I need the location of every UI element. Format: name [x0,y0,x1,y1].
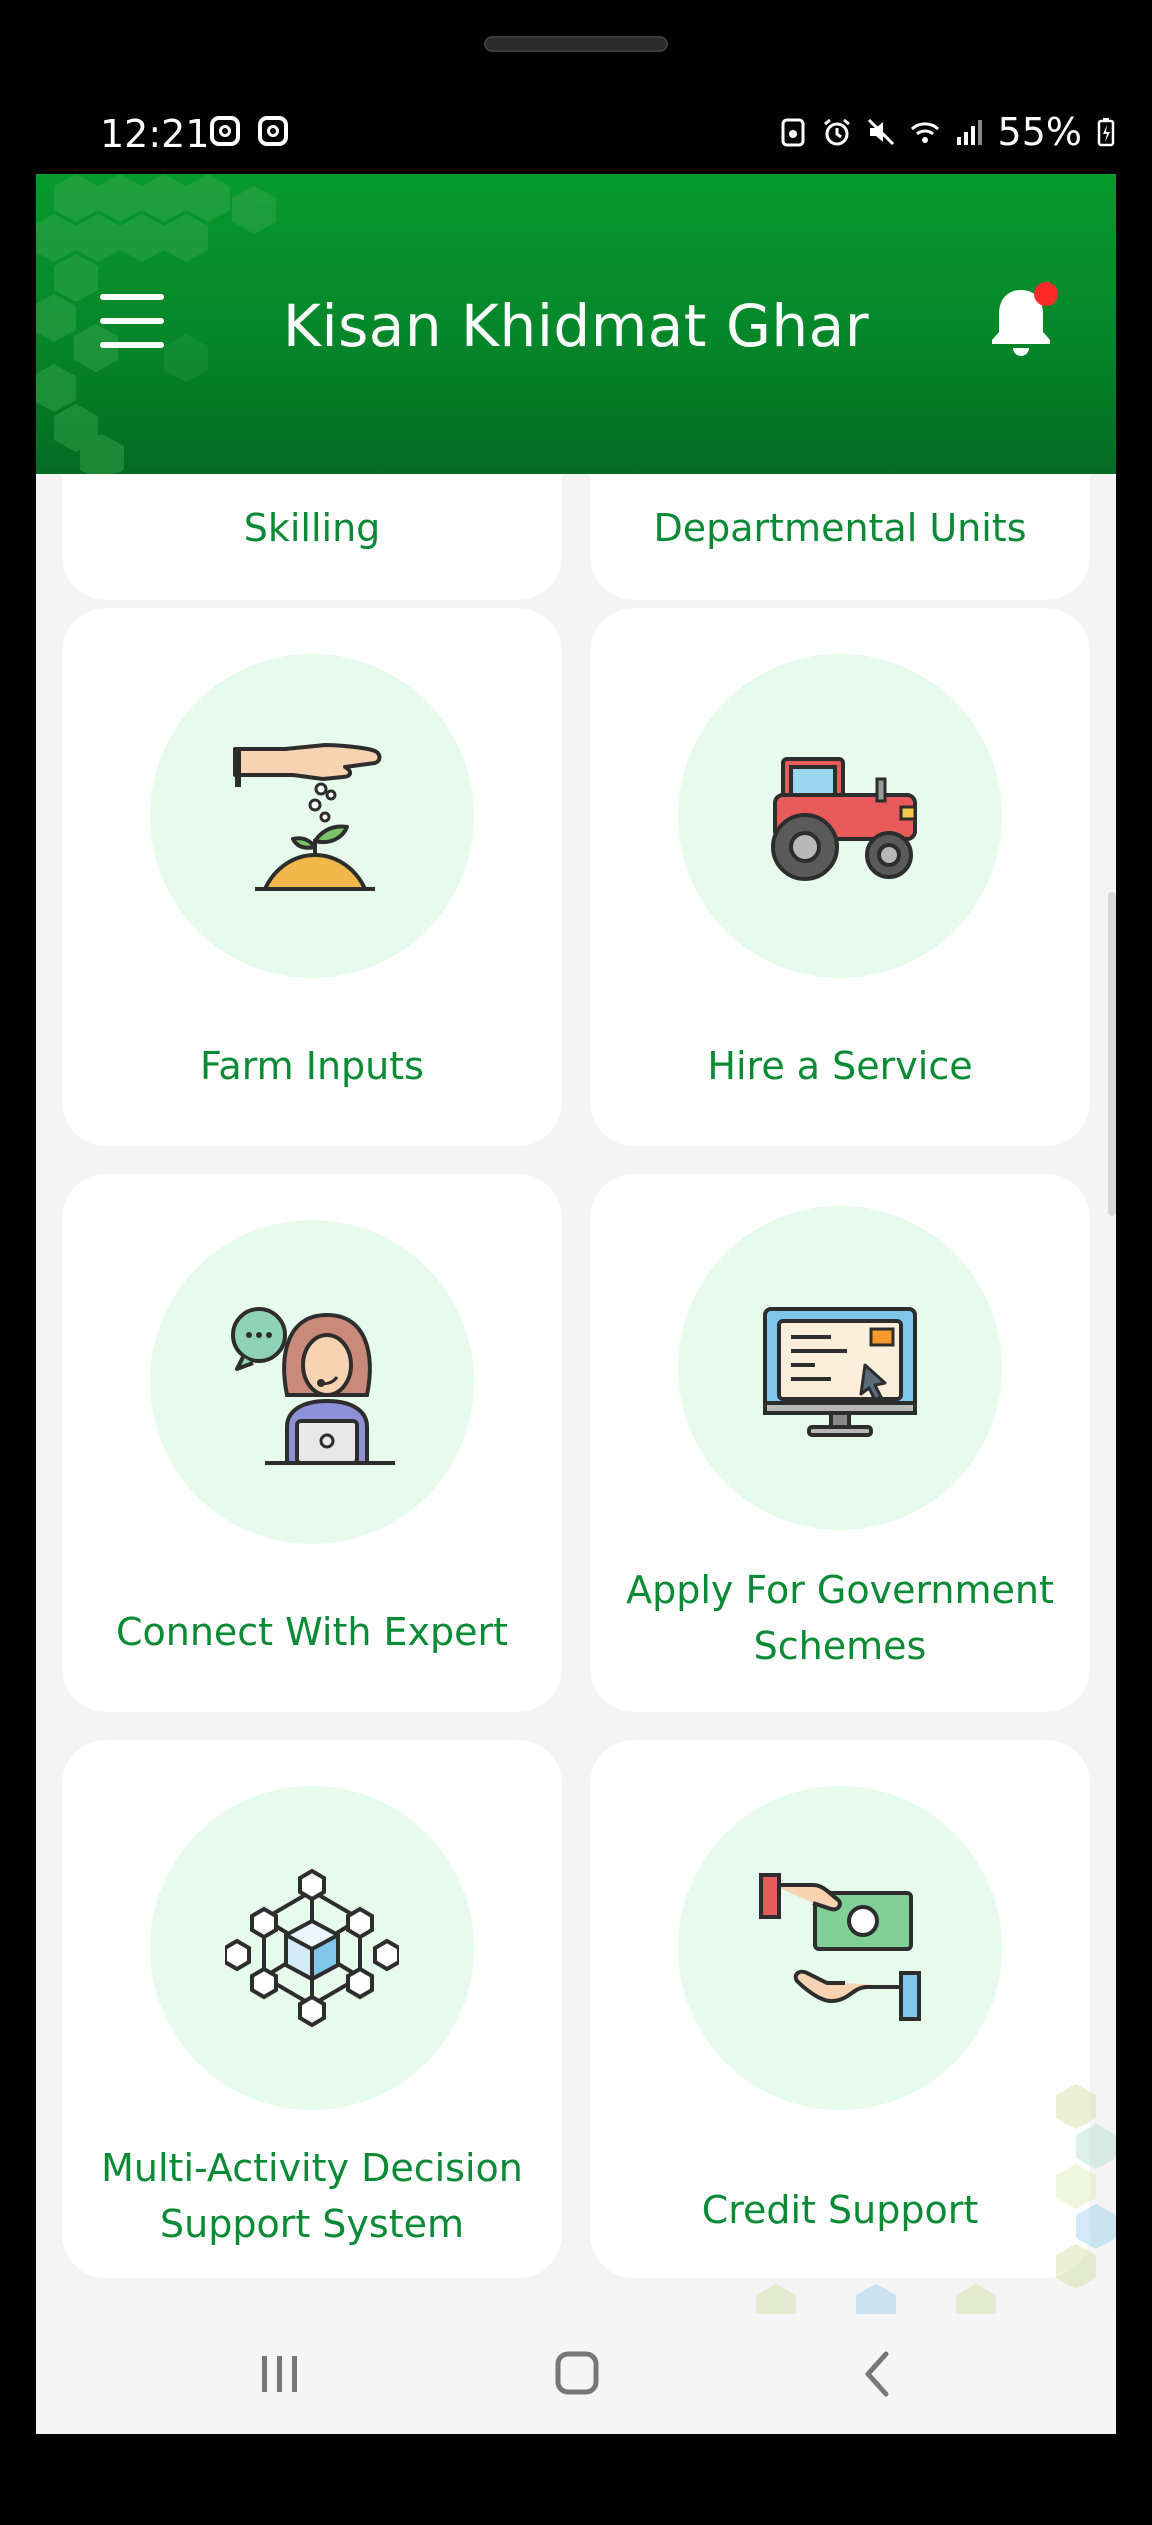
page-title: Kisan Khidmat Ghar [282,292,870,360]
icon-circle [150,1786,474,2110]
tile-label: Hire a Service [707,1044,973,1088]
instagram-notification-icon [210,116,240,146]
tile-label: Farm Inputs [200,1044,424,1088]
tile-label: Multi-Activity Decision Support System [101,2146,523,2246]
home-icon [555,2351,599,2395]
status-bar: 12:21 55% [36,100,1116,172]
wifi-icon [910,122,939,143]
icon-circle [678,1786,1002,2110]
expert-headset-icon [231,1307,395,1465]
recent-apps-button[interactable] [250,2348,310,2400]
back-button[interactable] [848,2348,908,2400]
system-navigation-bar [36,2314,1116,2434]
tile-multi-activity-decision-support-system[interactable]: Multi-Activity Decision Support System [62,1740,562,2278]
signal-icon [956,120,982,145]
tractor-icon [771,757,917,881]
tile-label: Departmental Units [653,506,1027,550]
icon-circle [150,654,474,978]
tile-connect-with-expert[interactable]: Connect With Expert [62,1174,562,1712]
earpiece-speaker [484,36,668,52]
computer-form-icon [763,1307,917,1437]
icon-circle [678,654,1002,978]
battery-charging-icon [1097,118,1115,147]
hexagon-pattern-decoration [756,2084,1116,2314]
money-hands-icon [759,1873,921,2021]
services-grid: Skilling Departmental Units Farm Inputs … [36,474,1116,2314]
status-time: 12:21 [100,112,210,156]
tile-label: Connect With Expert [115,1610,509,1654]
network-cube-icon [225,1868,399,2028]
icon-circle [678,1206,1002,1530]
tile-hire-a-service[interactable]: Hire a Service [590,608,1090,1146]
app-header: Kisan Khidmat Ghar [36,174,1116,474]
status-icons: 55% [778,110,1116,154]
instagram-notification-icon [258,116,288,146]
app-screen: Kisan Khidmat Ghar Skilling Departmental… [36,174,1116,2434]
tile-apply-for-government-schemes[interactable]: Apply For Government Schemes [590,1174,1090,1712]
sync-lock-icon [781,118,805,147]
tile-label: Apply For Government Schemes [626,1568,1054,1668]
notification-bell-button[interactable] [986,282,1058,362]
mute-icon [867,118,894,146]
tile-label: Skilling [243,506,381,550]
alarm-icon [823,118,850,146]
back-icon [865,2351,889,2397]
icon-circle [150,1220,474,1544]
home-button[interactable] [546,2348,606,2400]
tile-departmental-units[interactable]: Departmental Units [590,474,1090,600]
scrollbar[interactable] [1108,892,1116,1216]
tile-skilling[interactable]: Skilling [62,474,562,600]
seeds-hand-icon [233,743,382,891]
notification-badge [1034,282,1058,306]
battery-percentage: 55% [997,110,1082,154]
tile-farm-inputs[interactable]: Farm Inputs [62,608,562,1146]
recents-icon [262,2356,297,2392]
